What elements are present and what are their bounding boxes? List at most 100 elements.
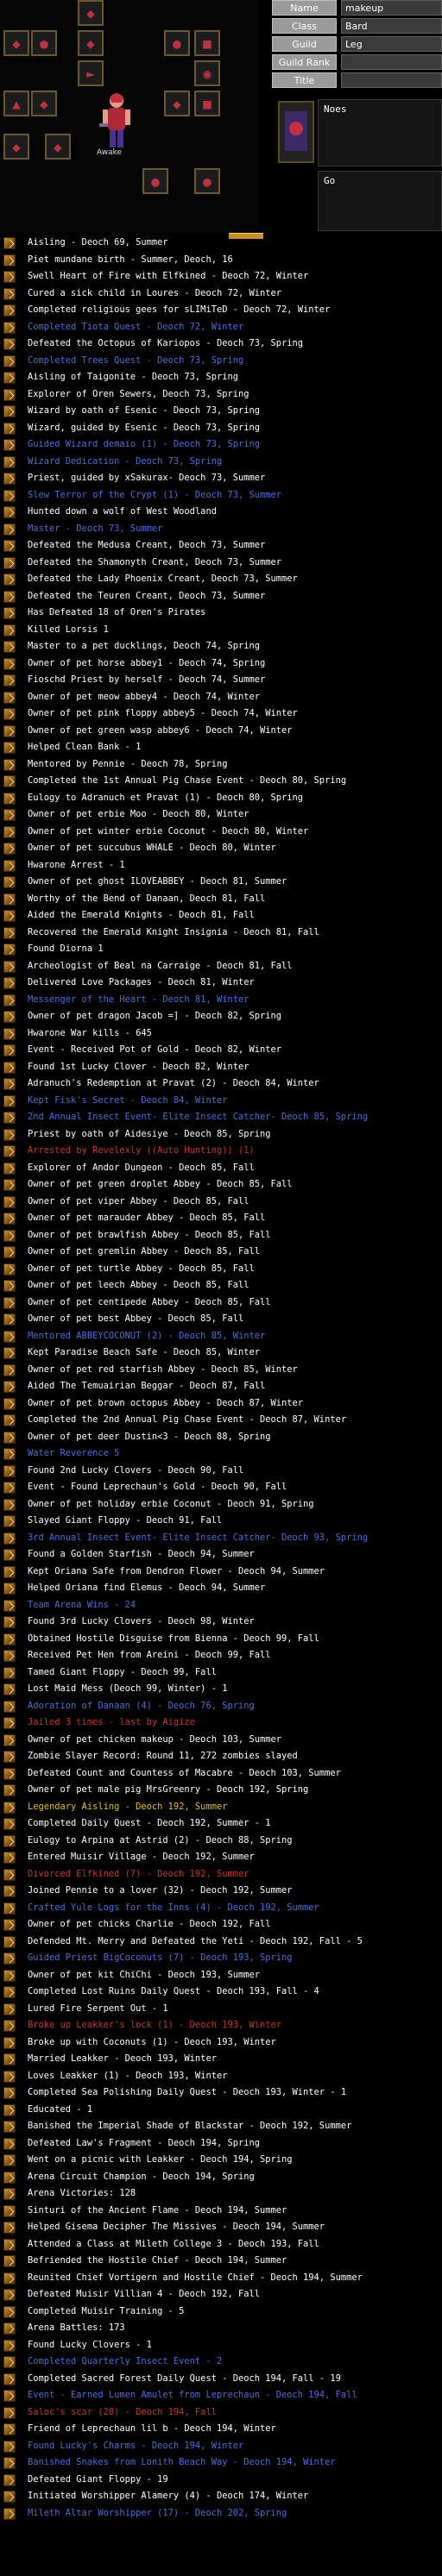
legend-mark-text: Adoration of Danaan (4) - Deoch 76, Spri… xyxy=(28,1700,255,1711)
equip-slot-helmet[interactable]: ◆ xyxy=(78,0,104,26)
equip-slot-hand-left[interactable]: ● xyxy=(142,168,168,194)
legend-mark-icon xyxy=(3,1044,16,1056)
legend-mark-item: Owner of pet male pig MrsGreenry - Deoch… xyxy=(0,1782,442,1799)
equip-slot-greaves[interactable]: ◆ xyxy=(3,134,29,160)
legend-mark-item: Mentored ABBEYCOCONUT (2) - Deoch 85, Wi… xyxy=(0,1328,442,1345)
legend-mark-item: Eulogy to Adranuch et Pravat (1) - Deoch… xyxy=(0,790,442,807)
legend-mark-item: Owner of pet winter erbie Coconut - Deoc… xyxy=(0,824,442,841)
equip-slot-shield[interactable]: ◉ xyxy=(194,60,220,86)
legend-mark-icon xyxy=(3,1313,16,1326)
legend-mark-icon xyxy=(3,1330,16,1343)
legend-mark-text: Event - Found Leprechaun's Gold - Deoch … xyxy=(28,1482,287,1492)
legend-mark-item: Completed Sea Polishing Daily Quest - De… xyxy=(0,2084,442,2102)
legend-mark-text: Saloc's scar (28) - Deoch 194, Fall xyxy=(28,2406,217,2417)
equip-slot-gauntlet-right[interactable]: ◆ xyxy=(164,91,190,116)
legend-mark-item: Found Diorna 1 xyxy=(0,941,442,958)
legend-mark-icon xyxy=(3,1868,16,1881)
legend-mark-text: Lured Fire Serpent Out - 1 xyxy=(28,2003,168,2014)
legend-mark-icon xyxy=(3,271,16,283)
legend-mark-item: Aided The Temuairian Beggar - Deoch 87, … xyxy=(0,1378,442,1395)
legend-mark-text: Mileth Altar Worshipper (17) - Deoch 202… xyxy=(28,2507,287,2518)
legend-mark-text: Owner of pet best Abbey - Deoch 85, Fall xyxy=(28,1313,244,1324)
legend-mark-item: Guided Priest BigCoconuts (7) - Deoch 19… xyxy=(0,1950,442,1967)
legend-mark-icon xyxy=(3,1885,16,1897)
legend-mark-text: Worthy of the Bend of Danaan, Deoch 81, … xyxy=(28,893,266,904)
legend-mark-item: Recovered the Emerald Knight Insignia - … xyxy=(0,924,442,942)
equip-slot-hand-right[interactable]: ● xyxy=(194,168,220,194)
equip-slot-weapon[interactable]: ► xyxy=(78,60,104,86)
legend-mark-text: Guided Wizard demaio (1) - Deoch 73, Spr… xyxy=(28,439,260,449)
equip-slot-overcoat[interactable]: ◆ xyxy=(45,134,71,160)
legend-mark-icon xyxy=(3,1683,16,1695)
legend-mark-icon xyxy=(3,893,16,906)
weapon-icon: ► xyxy=(86,65,95,82)
legend-mark-text: Cured a sick child in Loures - Deoch 72,… xyxy=(28,287,282,298)
legend-mark-icon xyxy=(3,1818,16,1830)
legend-mark-text: Initiated Worshipper Alamery (4) - Deoch… xyxy=(28,2491,309,2501)
legend-mark-text: Team Arena Wins - 24 xyxy=(28,1599,136,1610)
legend-mark-text: Joined Pennie to a lover (32) - Deoch 19… xyxy=(28,1885,293,1896)
legend-mark-icon xyxy=(3,708,16,720)
profile-note-text[interactable]: Noes xyxy=(318,99,442,166)
legend-mark-item: Killed Lorsis 1 xyxy=(0,622,442,639)
legend-mark-text: Mentored by Pennie - Deoch 78, Spring xyxy=(28,758,228,769)
equip-slot-armor[interactable]: ■ xyxy=(194,30,220,56)
legend-mark-icon xyxy=(3,2507,16,2520)
legend-mark-icon xyxy=(3,910,16,922)
legend-mark-text: Owner of pet male pig MrsGreenry - Deoch… xyxy=(28,1784,309,1795)
legend-mark-text: Helped Clean Bank - 1 xyxy=(28,742,142,752)
legend-mark-text: Completed Muisir Training - 5 xyxy=(28,2305,185,2316)
legend-mark-text: Defeated Count and Countess of Macabre -… xyxy=(28,1767,341,1778)
legend-mark-icon xyxy=(3,993,16,1006)
equip-slot-gauntlet-left[interactable]: ◆ xyxy=(31,91,57,116)
armor-icon: ■ xyxy=(203,34,212,52)
legend-mark-item: Mentored by Pennie - Deoch 78, Spring xyxy=(0,756,442,774)
legend-mark-icon xyxy=(3,1767,16,1780)
legend-mark-text: Defeated the Shamonyth Creant, Deoch 73,… xyxy=(28,556,282,567)
legend-mark-item: Owner of pet succubus WHALE - Deoch 80, … xyxy=(0,840,442,857)
belt-icon: ■ xyxy=(203,95,212,112)
legend-mark-icon xyxy=(3,354,16,367)
legend-mark-text: Found 1st Lucky Clover - Deoch 82, Winte… xyxy=(28,1061,249,1072)
legend-mark-item: Owner of pet viper Abbey - Deoch 85, Fal… xyxy=(0,1194,442,1211)
legend-mark-icon xyxy=(3,1195,16,1208)
legend-mark-item: Saloc's scar (28) - Deoch 194, Fall xyxy=(0,2404,442,2422)
legend-mark-item: Owner of pet pink floppy abbey5 - Deoch … xyxy=(0,705,442,723)
legend-mark-text: Wizard, guided by Esenic - Deoch 73, Spr… xyxy=(28,422,260,433)
legend-mark-item: Owner of pet brown octopus Abbey - Deoch… xyxy=(0,1395,442,1413)
legend-mark-text: Defeated the Medusa Creant, Deoch 73, Su… xyxy=(28,540,266,550)
legend-mark-icon xyxy=(3,304,16,317)
legend-mark-text: Wizard Dedication - Deoch 73, Spring xyxy=(28,455,223,467)
legend-mark-icon xyxy=(3,473,16,485)
legend-mark-text: Wizard by oath of Esenic - Deoch 73, Spr… xyxy=(28,405,260,416)
equip-slot-belt[interactable]: ■ xyxy=(194,91,220,116)
legend-mark-icon xyxy=(3,1599,16,1612)
legend-mark-item: Completed religious gees for sLIMiTeD - … xyxy=(0,302,442,319)
legend-mark-text: Master to a pet ducklings, Deoch 74, Spr… xyxy=(28,641,260,651)
legend-mark-icon xyxy=(3,388,16,401)
equip-slot-necklace[interactable]: ◆ xyxy=(3,30,29,56)
equip-slot-boots[interactable]: ▲ xyxy=(3,91,29,116)
legend-mark-item: Found Lucky Clovers - 1 xyxy=(0,2337,442,2354)
character-avatar xyxy=(99,93,130,147)
legend-mark-item: Aisling - Deoch 69, Summer xyxy=(0,235,442,252)
legend-mark-icon xyxy=(3,1280,16,1292)
equip-slot-earring[interactable]: ◆ xyxy=(78,30,104,56)
legend-mark-icon xyxy=(3,2440,16,2453)
legend-mark-icon xyxy=(3,742,16,754)
legend-mark-item: Completed Sacred Forest Daily Quest - De… xyxy=(0,2371,442,2388)
equip-slot-ring-left[interactable]: ● xyxy=(31,30,57,56)
legend-mark-text: Defeated Muisir Villian 4 - Deoch 192, F… xyxy=(28,2289,260,2299)
legend-mark-item: Completed Muisir Training - 5 xyxy=(0,2303,442,2321)
legend-mark-item: Owner of pet red starfish Abbey - Deoch … xyxy=(0,1362,442,1379)
profile-note-text[interactable]: Go xyxy=(318,171,442,231)
equip-slot-ring-right[interactable]: ● xyxy=(164,30,190,56)
overcoat-icon: ◆ xyxy=(54,138,62,155)
legend-mark-item: Worthy of the Bend of Danaan, Deoch 81, … xyxy=(0,891,442,908)
equipment-area: ◆ ◆ ● ◆ ● ■ ► ◉ ▲ ◆ ◆ ■ ◆ ◆ ● ● Awake xyxy=(0,0,259,233)
ring-icon: ● xyxy=(173,34,181,52)
legend-mark-icon xyxy=(3,1078,16,1090)
legend-mark-icon xyxy=(3,1397,16,1410)
profile-row-guild-rank: Guild Rank xyxy=(272,54,442,72)
legend-mark-item: Kept Paradise Beach Safe - Deoch 85, Win… xyxy=(0,1344,442,1362)
